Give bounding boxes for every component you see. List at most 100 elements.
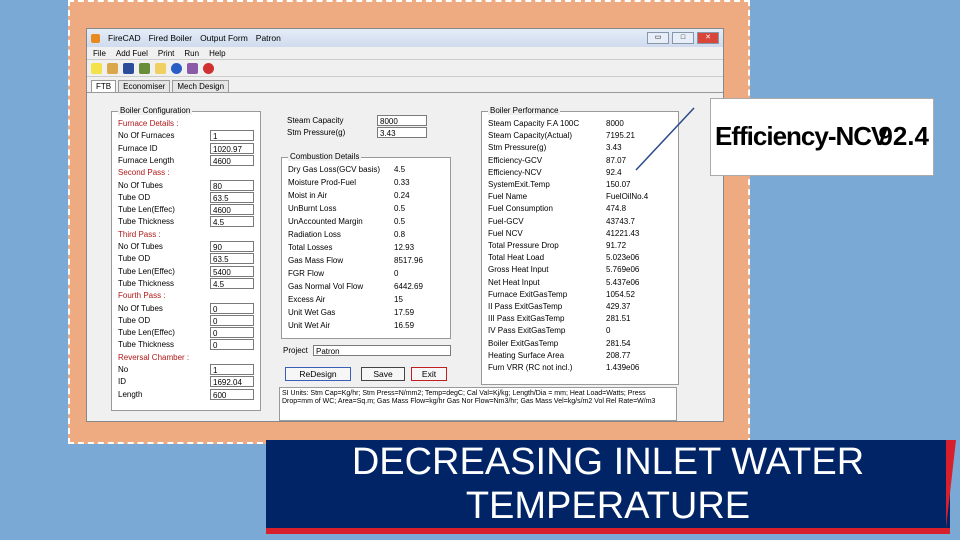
- tab-economiser[interactable]: Economiser: [118, 80, 171, 92]
- config-row: Furnace Details :: [112, 118, 260, 130]
- menu-help[interactable]: Help: [209, 49, 225, 58]
- performance-label: Fuel Consumption: [488, 204, 553, 214]
- combustion-value: 0: [394, 269, 399, 278]
- config-label: Tube Thickness: [118, 340, 175, 350]
- config-value[interactable]: 63.5: [210, 191, 254, 203]
- menu-bar: File Add Fuel Print Run Help: [87, 47, 723, 60]
- performance-value: 91.72: [606, 241, 627, 250]
- config-label: Tube OD: [118, 192, 151, 202]
- performance-row: Total Heat Load 5.023e06: [482, 252, 678, 264]
- config-label: No: [118, 365, 129, 374]
- config-value[interactable]: 90: [210, 241, 254, 252]
- combustion-value: 8517.96: [394, 256, 423, 265]
- performance-row: Total Pressure Drop 91.72: [482, 240, 678, 252]
- config-value[interactable]: 0: [210, 339, 254, 351]
- config-value[interactable]: 63.5: [210, 253, 254, 265]
- tab-mech-design[interactable]: Mech Design: [172, 80, 230, 92]
- config-row: Tube Thickness 4.5: [112, 277, 260, 290]
- config-value[interactable]: 0: [210, 327, 254, 339]
- config-value[interactable]: 0: [210, 314, 254, 326]
- title-section: Fired Boiler: [148, 33, 193, 43]
- config-value[interactable]: 1: [210, 130, 254, 142]
- menu-print[interactable]: Print: [158, 49, 174, 58]
- config-row: Tube OD 0: [112, 314, 260, 327]
- steam-capacity-label: Steam Capacity: [287, 116, 344, 125]
- new-icon[interactable]: [91, 62, 102, 74]
- delete-icon[interactable]: [203, 62, 214, 74]
- performance-label: Stm Pressure(g): [488, 143, 547, 153]
- config-value[interactable]: 4600: [210, 154, 254, 166]
- config-value[interactable]: 600: [210, 388, 254, 400]
- close-icon[interactable]: ✕: [697, 32, 719, 44]
- config-value[interactable]: 1020.97: [210, 142, 254, 154]
- performance-label: IV Pass ExitGasTemp: [488, 326, 566, 336]
- project-input[interactable]: Patron: [313, 345, 451, 356]
- combustion-label: Gas Mass Flow: [288, 256, 344, 265]
- config-value[interactable]: 80: [210, 179, 254, 191]
- minimize-icon[interactable]: ▭: [647, 32, 669, 44]
- config-label: Tube Thickness: [118, 278, 175, 288]
- config-value[interactable]: 5400: [210, 265, 254, 277]
- config-value[interactable]: 4600: [210, 204, 254, 216]
- performance-value: 3.43: [606, 143, 622, 153]
- maximize-icon[interactable]: □: [672, 32, 694, 44]
- performance-value: 5.769e06: [606, 265, 640, 275]
- performance-value: 43743.7: [606, 216, 635, 226]
- save-icon[interactable]: [123, 62, 134, 74]
- config-value[interactable]: 4.5: [210, 216, 254, 228]
- performance-row: II Pass ExitGasTemp 429.37: [482, 301, 678, 313]
- config-label: Tube Len(Effec): [118, 328, 175, 338]
- performance-label: Efficiency-NCV: [488, 167, 542, 177]
- combustion-label: UnBurnt Loss: [288, 204, 337, 213]
- performance-value: 474.8: [606, 204, 627, 214]
- add-icon[interactable]: [171, 62, 182, 74]
- menu-add-fuel[interactable]: Add Fuel: [116, 49, 148, 58]
- performance-row: Fuel NCV 41221.43: [482, 228, 678, 240]
- edit-icon[interactable]: [139, 62, 150, 74]
- performance-value: 5.437e06: [606, 277, 640, 287]
- redesign-button[interactable]: ReDesign: [285, 367, 351, 381]
- title-app: FireCAD: [108, 33, 141, 43]
- config-row: Tube Thickness 0: [112, 339, 260, 351]
- steam-pressure-input[interactable]: 3.43: [377, 127, 427, 138]
- config-label: Tube OD: [118, 254, 151, 264]
- config-row: Tube OD 63.5: [112, 253, 260, 265]
- steam-capacity-row: Steam Capacity 8000: [283, 115, 431, 127]
- config-row: No Of Tubes 0: [112, 302, 260, 315]
- config-label: No Of Tubes: [118, 242, 163, 251]
- units-note: SI Units: Stm Cap=Kg/hr; Stm Press=N/mm2…: [279, 387, 677, 421]
- combustion-row: Excess Air 15: [282, 294, 450, 306]
- config-row: Reversal Chamber :: [112, 352, 260, 364]
- combustion-label: Radiation Loss: [288, 230, 341, 239]
- config-label: Furnace ID: [118, 143, 158, 153]
- combustion-row: Gas Normal Vol Flow 6442.69: [282, 281, 450, 293]
- config-value[interactable]: 1: [210, 364, 254, 375]
- performance-value: FuelOilNo.4: [606, 192, 649, 202]
- title-bar: FireCAD Fired Boiler Output Form Patron …: [87, 29, 723, 47]
- performance-value: 150.07: [606, 180, 631, 189]
- menu-run[interactable]: Run: [184, 49, 199, 58]
- config-row: No Of Tubes 80: [112, 179, 260, 192]
- open-icon[interactable]: [107, 62, 118, 74]
- combustion-label: Unit Wet Air: [288, 321, 331, 330]
- exit-button[interactable]: Exit: [411, 367, 447, 381]
- combustion-value: 0.24: [394, 191, 410, 200]
- tools-icon[interactable]: [187, 62, 198, 74]
- config-value[interactable]: 0: [210, 302, 254, 314]
- bulb-icon[interactable]: [155, 62, 166, 74]
- combustion-value: 0.5: [394, 217, 406, 226]
- combustion-row: UnBurnt Loss 0.5: [282, 203, 450, 215]
- combustion-value: 0.5: [394, 204, 406, 213]
- save-button[interactable]: Save: [361, 367, 405, 381]
- tab-ftb[interactable]: FTB: [91, 80, 117, 92]
- performance-row: IV Pass ExitGasTemp 0: [482, 325, 678, 337]
- steam-capacity-input[interactable]: 8000: [377, 115, 427, 126]
- config-value[interactable]: 4.5: [210, 277, 254, 289]
- performance-value: 281.51: [606, 314, 631, 324]
- menu-file[interactable]: File: [93, 49, 106, 58]
- project-label: Project: [283, 346, 308, 355]
- callout-value: 92.4: [878, 121, 929, 151]
- performance-value: 41221.43: [606, 228, 640, 238]
- config-row: ID 1692.04: [112, 376, 260, 388]
- config-value[interactable]: 1692.04: [210, 376, 254, 388]
